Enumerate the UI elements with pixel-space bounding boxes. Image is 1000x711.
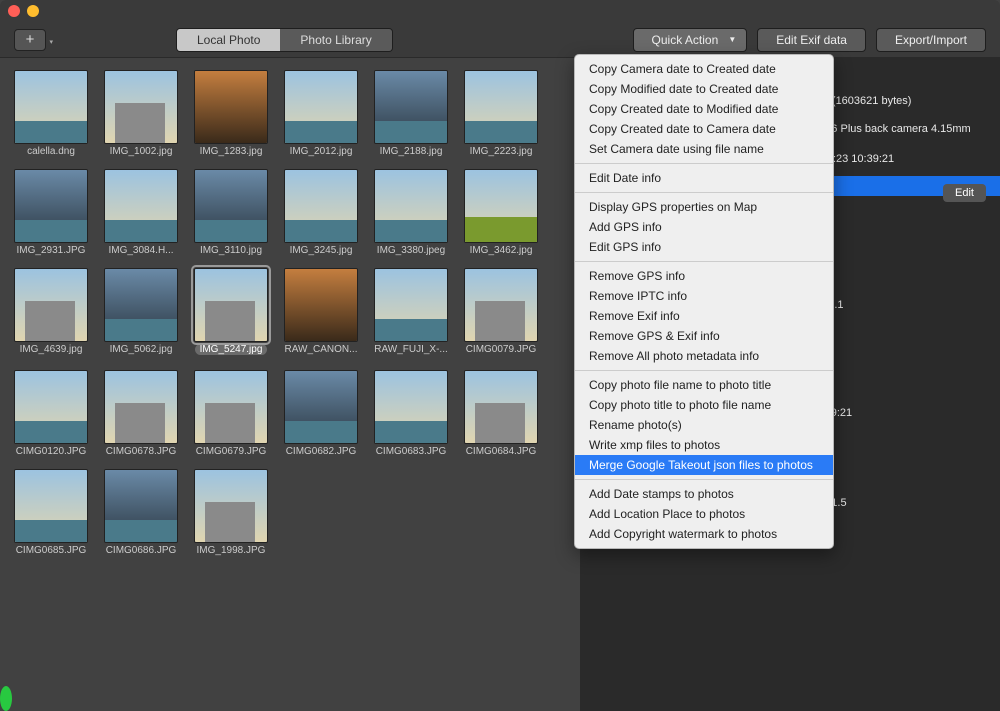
- thumbnail-item[interactable]: IMG_2931.JPG: [6, 169, 96, 256]
- thumbnail-item[interactable]: IMG_3380.jpeg: [366, 169, 456, 256]
- zoom-icon[interactable]: [0, 686, 12, 711]
- thumbnail-item[interactable]: CIMG0686.JPG: [96, 469, 186, 556]
- thumbnail-item[interactable]: CIMG0683.JPG: [366, 370, 456, 457]
- thumbnail-item[interactable]: IMG_3462.jpg: [456, 169, 546, 256]
- thumbnail-filename: IMG_3084.H...: [96, 245, 186, 256]
- thumbnail-item[interactable]: IMG_3084.H...: [96, 169, 186, 256]
- thumbnail-filename: CIMG0679.JPG: [186, 446, 276, 457]
- quick-action-menu: Copy Camera date to Created dateCopy Mod…: [574, 54, 834, 549]
- thumbnail-item[interactable]: RAW_FUJI_X-...: [366, 268, 456, 358]
- thumbnail-item[interactable]: IMG_2188.jpg: [366, 70, 456, 157]
- menu-item[interactable]: Remove Exif info: [575, 306, 833, 326]
- thumbnail-filename: CIMG0678.JPG: [96, 446, 186, 457]
- thumbnail-filename: IMG_1998.JPG: [186, 545, 276, 556]
- thumbnail-item[interactable]: CIMG0679.JPG: [186, 370, 276, 457]
- quick-action-button[interactable]: Quick Action: [633, 28, 748, 52]
- thumbnail-filename: IMG_3462.jpg: [456, 245, 546, 256]
- thumbnail-filename: CIMG0079.JPG: [456, 344, 546, 355]
- window-controls: [8, 5, 39, 17]
- menu-separator: [575, 261, 833, 262]
- thumbnail-filename: RAW_FUJI_X-...: [366, 344, 456, 355]
- thumbnail-filename: CIMG0685.JPG: [6, 545, 96, 556]
- thumbnail-filename: IMG_2012.jpg: [276, 146, 366, 157]
- thumbnail-item[interactable]: CIMG0685.JPG: [6, 469, 96, 556]
- plus-icon: +: [26, 31, 35, 48]
- menu-item[interactable]: Edit GPS info: [575, 237, 833, 257]
- thumbnail-filename: IMG_5062.jpg: [96, 344, 186, 355]
- menu-item[interactable]: Add Location Place to photos: [575, 504, 833, 524]
- menu-separator: [575, 479, 833, 480]
- thumbnail-item[interactable]: IMG_2223.jpg: [456, 70, 546, 157]
- menu-item[interactable]: Edit Date info: [575, 168, 833, 188]
- thumbnail-filename: CIMG0684.JPG: [456, 446, 546, 457]
- tab-local-photo[interactable]: Local Photo: [177, 29, 280, 51]
- menu-item[interactable]: Remove GPS & Exif info: [575, 326, 833, 346]
- thumbnail-item[interactable]: IMG_1998.JPG: [186, 469, 276, 556]
- menu-separator: [575, 192, 833, 193]
- thumbnail-filename: IMG_1002.jpg: [96, 146, 186, 157]
- menu-separator: [575, 163, 833, 164]
- thumbnail-item[interactable]: IMG_3245.jpg: [276, 169, 366, 256]
- menu-item[interactable]: Copy photo file name to photo title: [575, 375, 833, 395]
- menu-item[interactable]: Copy Created date to Modified date: [575, 99, 833, 119]
- export-import-button[interactable]: Export/Import: [876, 28, 986, 52]
- menu-item[interactable]: Remove GPS info: [575, 266, 833, 286]
- thumbnail-filename: IMG_2223.jpg: [456, 146, 546, 157]
- thumbnail-filename: RAW_CANON...: [276, 344, 366, 355]
- menu-separator: [575, 370, 833, 371]
- menu-item[interactable]: Write xmp files to photos: [575, 435, 833, 455]
- thumbnail-filename: calella.dng: [6, 146, 96, 157]
- thumbnail-item[interactable]: IMG_4639.jpg: [6, 268, 96, 358]
- minimize-icon[interactable]: [27, 5, 39, 17]
- menu-item[interactable]: Merge Google Takeout json files to photo…: [575, 455, 833, 475]
- thumbnail-item[interactable]: IMG_5062.jpg: [96, 268, 186, 358]
- thumbnail-item[interactable]: IMG_3110.jpg: [186, 169, 276, 256]
- thumbnail-filename: CIMG0683.JPG: [366, 446, 456, 457]
- thumbnail-filename: IMG_3380.jpeg: [366, 245, 456, 256]
- panel-edit-button[interactable]: Edit: [943, 184, 986, 202]
- thumbnail-filename: CIMG0120.JPG: [6, 446, 96, 457]
- add-button[interactable]: +: [14, 29, 46, 51]
- toolbar: + Local PhotoPhoto Library Quick Action …: [0, 22, 1000, 58]
- thumbnail-filename: CIMG0682.JPG: [276, 446, 366, 457]
- thumbnail-item[interactable]: IMG_1283.jpg: [186, 70, 276, 157]
- thumbnail-filename: IMG_2188.jpg: [366, 146, 456, 157]
- tab-photo-library[interactable]: Photo Library: [280, 29, 391, 51]
- thumbnail-item[interactable]: CIMG0682.JPG: [276, 370, 366, 457]
- menu-item[interactable]: Display GPS properties on Map: [575, 197, 833, 217]
- thumbnail-filename: IMG_3245.jpg: [276, 245, 366, 256]
- menu-item[interactable]: Add Date stamps to photos: [575, 484, 833, 504]
- thumbnail-item[interactable]: IMG_1002.jpg: [96, 70, 186, 157]
- thumbnail-grid: calella.dngIMG_1002.jpgIMG_1283.jpgIMG_2…: [0, 58, 580, 711]
- thumbnail-item[interactable]: IMG_2012.jpg: [276, 70, 366, 157]
- thumbnail-filename: IMG_2931.JPG: [6, 245, 96, 256]
- menu-item[interactable]: Copy Created date to Camera date: [575, 119, 833, 139]
- titlebar: [0, 0, 1000, 22]
- library-segmented-control: Local PhotoPhoto Library: [176, 28, 393, 52]
- thumbnail-item[interactable]: RAW_CANON...: [276, 268, 366, 358]
- menu-item[interactable]: Copy photo title to photo file name: [575, 395, 833, 415]
- thumbnail-item[interactable]: calella.dng: [6, 70, 96, 157]
- thumbnail-filename: IMG_4639.jpg: [6, 344, 96, 355]
- main: calella.dngIMG_1002.jpgIMG_1283.jpgIMG_2…: [0, 58, 1000, 711]
- menu-item[interactable]: Copy Modified date to Created date: [575, 79, 833, 99]
- menu-item[interactable]: Copy Camera date to Created date: [575, 59, 833, 79]
- thumbnail-item[interactable]: CIMG0079.JPG: [456, 268, 546, 358]
- close-icon[interactable]: [8, 5, 20, 17]
- menu-item[interactable]: Set Camera date using file name: [575, 139, 833, 159]
- menu-item[interactable]: Add GPS info: [575, 217, 833, 237]
- thumbnail-filename: IMG_5247.jpg: [195, 344, 268, 355]
- thumbnail-filename: CIMG0686.JPG: [96, 545, 186, 556]
- thumbnail-item[interactable]: IMG_5247.jpg: [186, 268, 276, 358]
- thumbnail-item[interactable]: CIMG0120.JPG: [6, 370, 96, 457]
- menu-item[interactable]: Remove IPTC info: [575, 286, 833, 306]
- thumbnail-filename: IMG_1283.jpg: [186, 146, 276, 157]
- menu-item[interactable]: Add Copyright watermark to photos: [575, 524, 833, 544]
- edit-exif-button[interactable]: Edit Exif data: [757, 28, 866, 52]
- thumbnail-item[interactable]: CIMG0684.JPG: [456, 370, 546, 457]
- menu-item[interactable]: Rename photo(s): [575, 415, 833, 435]
- thumbnail-filename: IMG_3110.jpg: [186, 245, 276, 256]
- menu-item[interactable]: Remove All photo metadata info: [575, 346, 833, 366]
- thumbnail-item[interactable]: CIMG0678.JPG: [96, 370, 186, 457]
